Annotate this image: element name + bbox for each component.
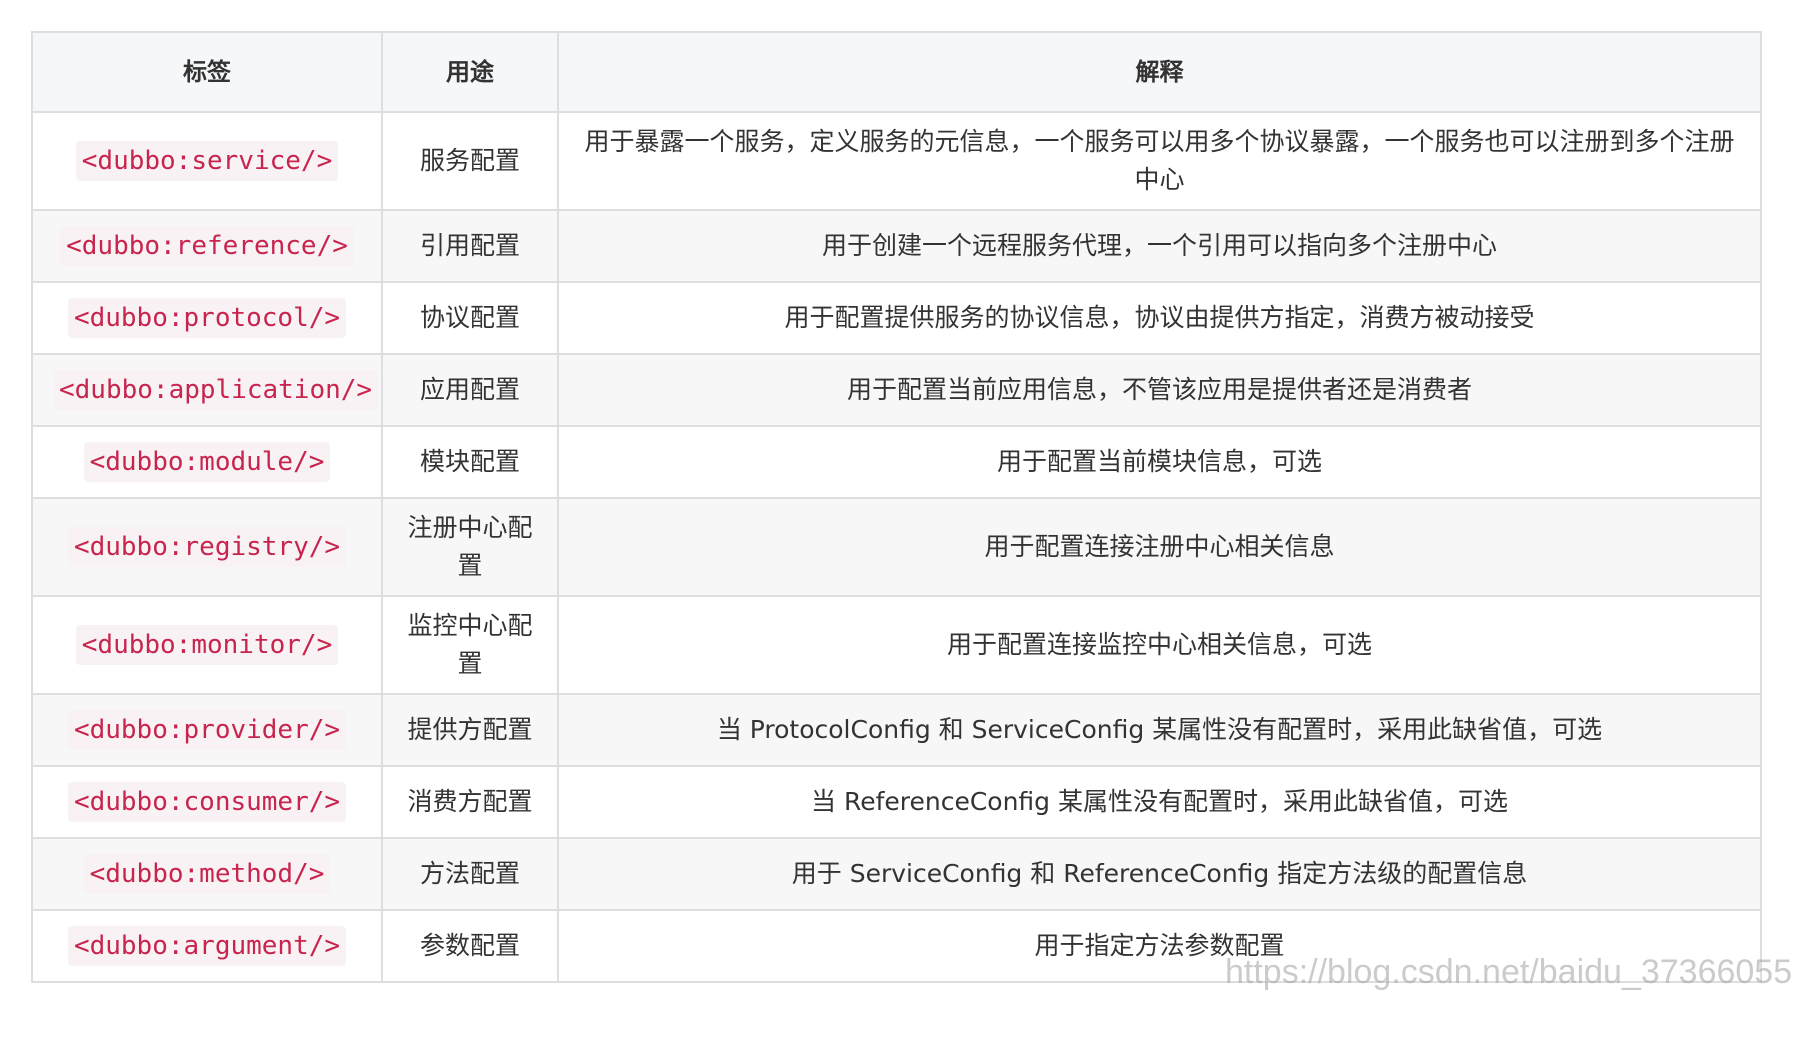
table-row-application: <dubbo:application/> 应用配置 用于配置当前应用信息，不管该… xyxy=(31,353,1762,427)
use-cell: 模块配置 xyxy=(381,425,559,499)
table-row-protocol: <dubbo:protocol/> 协议配置 用于配置提供服务的协议信息，协议由… xyxy=(31,281,1762,355)
tag-code: <dubbo:monitor/> xyxy=(75,625,339,665)
use-cell: 提供方配置 xyxy=(381,693,559,767)
tag-code: <dubbo:reference/> xyxy=(60,226,354,266)
use-cell: 协议配置 xyxy=(381,281,559,355)
table-header-row: 标签 用途 解释 xyxy=(31,31,1762,113)
desc-cell: 用于配置连接监控中心相关信息，可选 xyxy=(557,595,1762,695)
tag-code: <dubbo:argument/> xyxy=(67,926,347,966)
dubbo-config-table: 标签 用途 解释 <dubbo:service/> 服务配置 用于暴露一个服务，… xyxy=(31,31,1762,983)
table-row-method: <dubbo:method/> 方法配置 用于 ServiceConfig 和 … xyxy=(31,837,1762,911)
use-cell: 方法配置 xyxy=(381,837,559,911)
desc-cell: 当 ProtocolConfig 和 ServiceConfig 某属性没有配置… xyxy=(557,693,1762,767)
desc-cell: 用于暴露一个服务，定义服务的元信息，一个服务可以用多个协议暴露，一个服务也可以注… xyxy=(557,111,1762,211)
tag-code: <dubbo:protocol/> xyxy=(67,298,347,338)
desc-cell: 当 ReferenceConfig 某属性没有配置时，采用此缺省值，可选 xyxy=(557,765,1762,839)
desc-cell: 用于配置提供服务的协议信息，协议由提供方指定，消费方被动接受 xyxy=(557,281,1762,355)
tag-cell: <dubbo:monitor/> xyxy=(31,595,383,695)
table-row-monitor: <dubbo:monitor/> 监控中心配置 用于配置连接监控中心相关信息，可… xyxy=(31,595,1762,695)
header-tag: 标签 xyxy=(31,31,383,113)
tag-cell: <dubbo:service/> xyxy=(31,111,383,211)
tag-cell: <dubbo:consumer/> xyxy=(31,765,383,839)
table-row-consumer: <dubbo:consumer/> 消费方配置 当 ReferenceConfi… xyxy=(31,765,1762,839)
desc-cell: 用于配置当前模块信息，可选 xyxy=(557,425,1762,499)
tag-code: <dubbo:registry/> xyxy=(67,527,347,567)
desc-cell: 用于配置当前应用信息，不管该应用是提供者还是消费者 xyxy=(557,353,1762,427)
tag-cell: <dubbo:module/> xyxy=(31,425,383,499)
tag-code: <dubbo:service/> xyxy=(75,141,339,181)
tag-cell: <dubbo:protocol/> xyxy=(31,281,383,355)
header-use: 用途 xyxy=(381,31,559,113)
use-cell: 应用配置 xyxy=(381,353,559,427)
table-row-reference: <dubbo:reference/> 引用配置 用于创建一个远程服务代理，一个引… xyxy=(31,209,1762,283)
tag-cell: <dubbo:method/> xyxy=(31,837,383,911)
desc-cell: 用于创建一个远程服务代理，一个引用可以指向多个注册中心 xyxy=(557,209,1762,283)
desc-cell: 用于配置连接注册中心相关信息 xyxy=(557,497,1762,597)
use-cell: 注册中心配置 xyxy=(381,497,559,597)
tag-code: <dubbo:consumer/> xyxy=(67,782,347,822)
tag-code: <dubbo:module/> xyxy=(83,442,331,482)
table-row-module: <dubbo:module/> 模块配置 用于配置当前模块信息，可选 xyxy=(31,425,1762,499)
tag-cell: <dubbo:registry/> xyxy=(31,497,383,597)
use-cell: 服务配置 xyxy=(381,111,559,211)
use-cell: 参数配置 xyxy=(381,909,559,983)
tag-cell: <dubbo:application/> xyxy=(31,353,383,427)
table-row-argument: <dubbo:argument/> 参数配置 用于指定方法参数配置 xyxy=(31,909,1762,983)
tag-code: <dubbo:provider/> xyxy=(67,710,347,750)
header-desc: 解释 xyxy=(557,31,1762,113)
tag-code: <dubbo:application/> xyxy=(53,370,379,410)
tag-code: <dubbo:method/> xyxy=(83,854,331,894)
table-row-registry: <dubbo:registry/> 注册中心配置 用于配置连接注册中心相关信息 xyxy=(31,497,1762,597)
use-cell: 消费方配置 xyxy=(381,765,559,839)
use-cell: 监控中心配置 xyxy=(381,595,559,695)
table-row-service: <dubbo:service/> 服务配置 用于暴露一个服务，定义服务的元信息，… xyxy=(31,111,1762,211)
desc-cell: 用于指定方法参数配置 xyxy=(557,909,1762,983)
tag-cell: <dubbo:reference/> xyxy=(31,209,383,283)
desc-cell: 用于 ServiceConfig 和 ReferenceConfig 指定方法级… xyxy=(557,837,1762,911)
tag-cell: <dubbo:argument/> xyxy=(31,909,383,983)
table-row-provider: <dubbo:provider/> 提供方配置 当 ProtocolConfig… xyxy=(31,693,1762,767)
use-cell: 引用配置 xyxy=(381,209,559,283)
tag-cell: <dubbo:provider/> xyxy=(31,693,383,767)
